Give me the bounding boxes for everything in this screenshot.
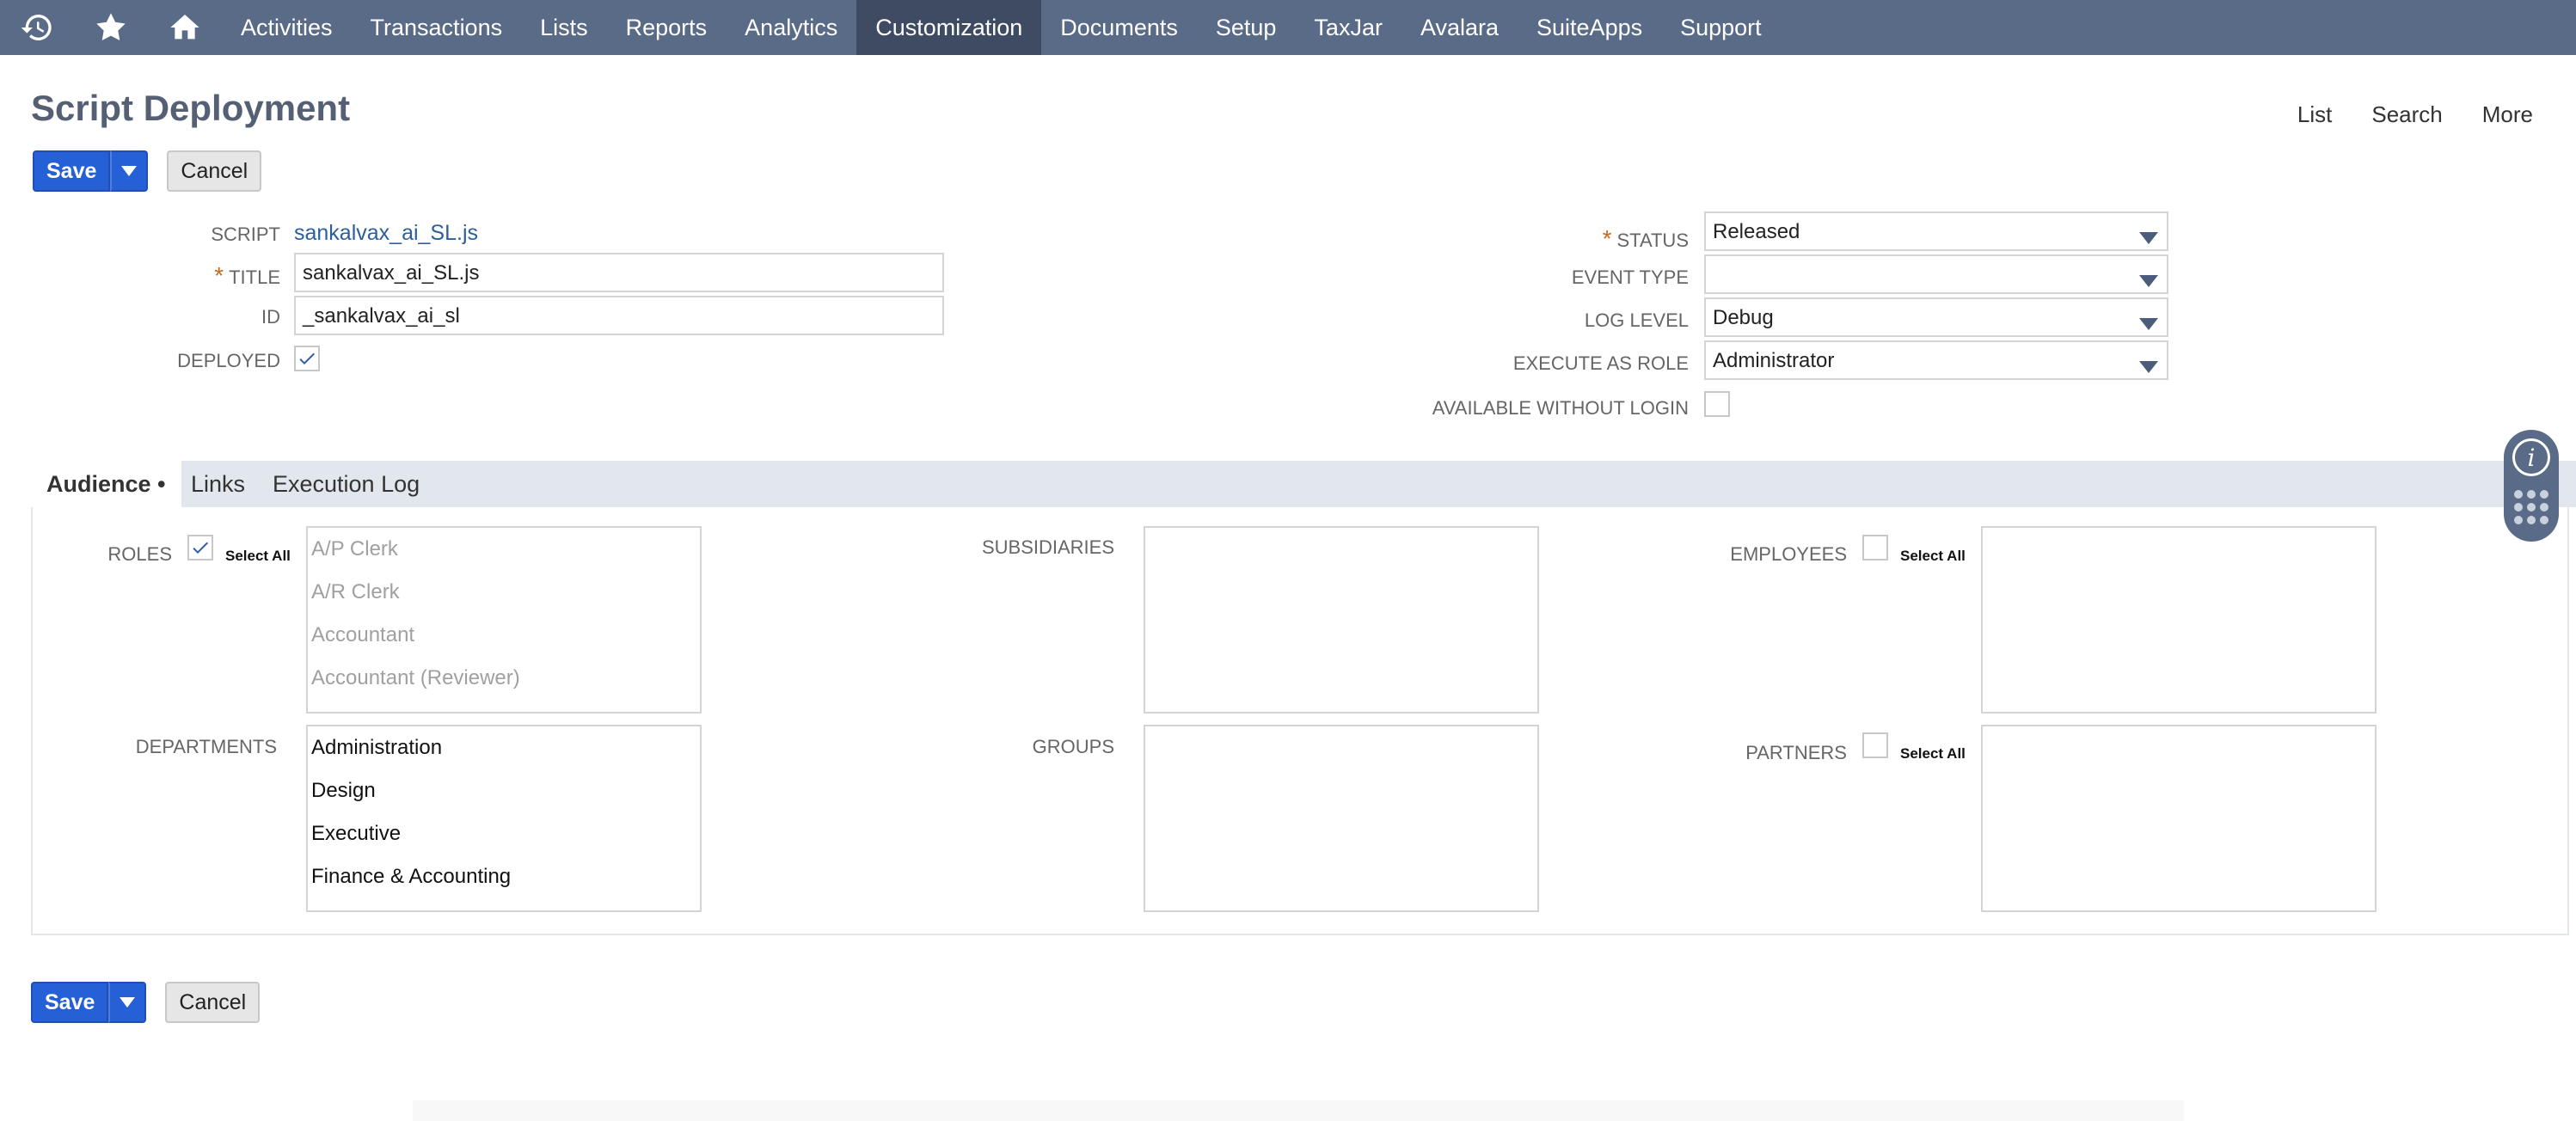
tab-modified-marker: • <box>157 471 166 497</box>
status-select[interactable]: Released <box>1704 211 2168 251</box>
script-label: SCRIPT <box>211 224 280 245</box>
search-link[interactable]: Search <box>2371 101 2442 128</box>
partners-select-all-label: Select All <box>1900 745 1966 762</box>
chevron-down-icon <box>120 997 136 1008</box>
list-item[interactable]: Administration <box>308 726 700 769</box>
top-button-bar: Save Cancel <box>33 150 262 192</box>
save-button[interactable]: Save <box>33 150 111 192</box>
script-link[interactable]: sankalvax_ai_SL.js <box>294 221 478 246</box>
list-item[interactable]: Design <box>308 769 700 812</box>
nav-analytics[interactable]: Analytics <box>726 0 856 55</box>
cancel-button[interactable]: Cancel <box>165 982 261 1023</box>
roles-select-all-label: Select All <box>225 548 291 564</box>
title-label: * TITLE <box>214 262 280 289</box>
cancel-button[interactable]: Cancel <box>167 150 262 192</box>
list-item: A/R Clerk <box>311 580 400 603</box>
footer-shadow <box>413 1100 2184 1121</box>
execute-as-role-select[interactable]: Administrator <box>1704 340 2168 380</box>
id-field[interactable]: _sankalvax_ai_sl <box>294 296 944 335</box>
roles-list[interactable]: A/P Clerk A/R Clerk Accountant Accountan… <box>306 526 702 714</box>
header-links: List Search More <box>2297 101 2533 128</box>
employees-label: EMPLOYEES <box>1730 543 1847 565</box>
nav-transactions[interactable]: Transactions <box>352 0 522 55</box>
save-button[interactable]: Save <box>31 982 109 1023</box>
home-icon[interactable] <box>148 0 222 55</box>
recent-icon[interactable] <box>0 0 74 55</box>
list-item: A/P Clerk <box>311 537 398 560</box>
available-without-login-checkbox[interactable] <box>1704 391 1730 417</box>
employees-list[interactable] <box>1981 526 2377 714</box>
status-value: Released <box>1713 220 1800 243</box>
partners-list[interactable] <box>1981 725 2377 912</box>
roles-select-all-checkbox[interactable] <box>187 535 213 560</box>
execute-as-role-value: Administrator <box>1713 349 1835 372</box>
save-options-button[interactable] <box>108 982 147 1023</box>
nav-setup[interactable]: Setup <box>1197 0 1296 55</box>
chevron-down-icon <box>2139 226 2158 244</box>
execute-as-role-label: EXECUTE AS ROLE <box>1512 352 1689 374</box>
checkmark-icon <box>193 542 208 554</box>
event-type-select[interactable] <box>1704 254 2168 294</box>
list-item[interactable]: Executive <box>308 812 700 855</box>
nav-taxjar[interactable]: TaxJar <box>1295 0 1401 55</box>
required-marker: * <box>1602 225 1612 252</box>
log-level-label: LOG LEVEL <box>1584 309 1689 331</box>
event-type-label: EVENT TYPE <box>1571 266 1689 288</box>
page-title: Script Deployment <box>31 88 351 128</box>
departments-label: DEPARTMENTS <box>135 736 277 757</box>
nav-avalara[interactable]: Avalara <box>1401 0 1518 55</box>
nav-suiteapps[interactable]: SuiteApps <box>1518 0 1661 55</box>
star-icon[interactable] <box>74 0 148 55</box>
log-level-select[interactable]: Debug <box>1704 297 2168 337</box>
subsidiaries-label: SUBSIDIARIES <box>981 536 1114 558</box>
status-label: * STATUS <box>1602 225 1689 252</box>
list-item: Accountant (Reviewer) <box>311 666 520 689</box>
list-link[interactable]: List <box>2297 101 2332 128</box>
available-without-login-label: AVAILABLE WITHOUT LOGIN <box>1432 397 1689 419</box>
tab-links[interactable]: Links <box>191 471 245 498</box>
id-label: ID <box>261 306 280 328</box>
more-link[interactable]: More <box>2482 101 2533 128</box>
nav-documents[interactable]: Documents <box>1041 0 1197 55</box>
chevron-down-icon <box>2139 269 2158 287</box>
chevron-down-icon <box>2139 355 2158 373</box>
bottom-button-bar: Save Cancel <box>31 982 261 1023</box>
subtab-bar: Audience • Links Execution Log <box>31 461 2576 507</box>
apps-grid-icon[interactable] <box>2514 490 2548 524</box>
top-nav: Activities Transactions Lists Reports An… <box>0 0 2576 55</box>
subsidiaries-list[interactable] <box>1144 526 1539 714</box>
deployed-checkbox[interactable] <box>294 346 320 371</box>
checkmark-icon <box>299 352 315 364</box>
nav-support[interactable]: Support <box>1661 0 1781 55</box>
groups-label: GROUPS <box>1032 736 1114 757</box>
info-icon[interactable]: i <box>2512 438 2550 476</box>
nav-reports[interactable]: Reports <box>607 0 727 55</box>
chevron-down-icon <box>121 166 138 176</box>
save-options-button[interactable] <box>110 150 149 192</box>
nav-activities[interactable]: Activities <box>222 0 352 55</box>
roles-label: ROLES <box>107 543 172 565</box>
tab-execution-log[interactable]: Execution Log <box>273 471 420 498</box>
partners-select-all-checkbox[interactable] <box>1862 732 1888 758</box>
chevron-down-icon <box>2139 312 2158 330</box>
employees-select-all-checkbox[interactable] <box>1862 535 1888 560</box>
help-widget[interactable]: i <box>2504 430 2559 542</box>
log-level-value: Debug <box>1713 306 1774 329</box>
tab-audience[interactable]: Audience • <box>31 461 181 507</box>
nav-customization[interactable]: Customization <box>856 0 1042 55</box>
title-field[interactable]: sankalvax_ai_SL.js <box>294 253 944 292</box>
list-item[interactable]: Finance & Accounting <box>308 855 700 898</box>
required-marker: * <box>214 262 224 289</box>
employees-select-all-label: Select All <box>1900 548 1966 564</box>
departments-list[interactable]: Administration Design Executive Finance … <box>306 725 702 912</box>
deployed-label: DEPLOYED <box>177 350 280 371</box>
list-item: Accountant <box>311 623 415 646</box>
nav-lists[interactable]: Lists <box>521 0 607 55</box>
groups-list[interactable] <box>1144 725 1539 912</box>
partners-label: PARTNERS <box>1745 742 1847 763</box>
